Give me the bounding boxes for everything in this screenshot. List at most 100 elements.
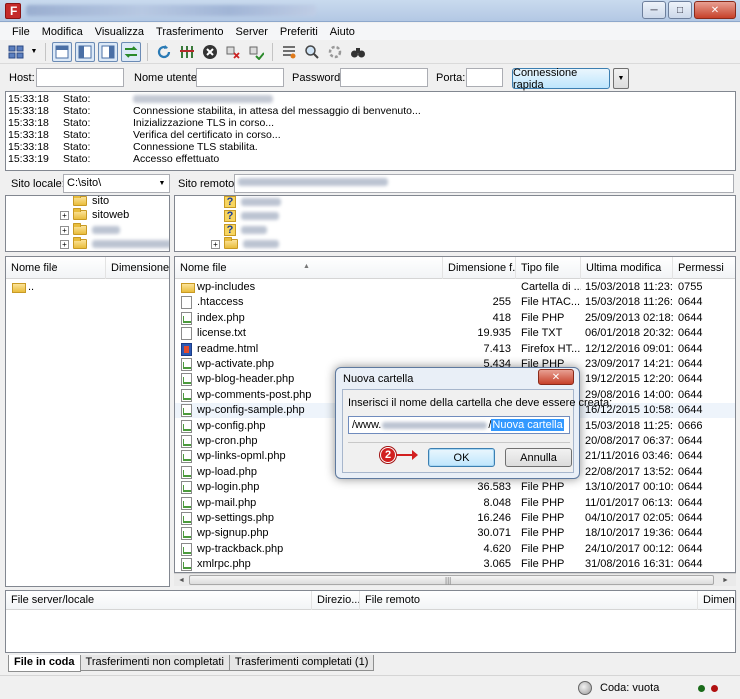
column-type[interactable]: Tipo file xyxy=(516,257,581,279)
menu-visualizza[interactable]: Visualizza xyxy=(89,26,150,38)
refresh-icon[interactable] xyxy=(154,42,174,62)
tree-item-label-redacted xyxy=(241,226,267,234)
menu-aiuto[interactable]: Aiuto xyxy=(324,26,361,38)
toggle-queue-icon[interactable] xyxy=(121,41,141,62)
toggle-log-icon[interactable] xyxy=(52,41,72,62)
tree-item-sitoweb[interactable]: + sitoweb xyxy=(60,208,129,222)
unknown-folder-icon: ? xyxy=(224,224,236,236)
file-type: File PHP xyxy=(521,311,565,324)
file-modified: 19/12/2015 12:20:28 xyxy=(585,373,673,386)
folder-name-input[interactable]: /www./Nuova cartella xyxy=(348,416,570,434)
username-input[interactable] xyxy=(196,68,284,87)
tree-item-sito[interactable]: sito xyxy=(73,196,109,208)
remote-horizontal-scrollbar[interactable]: ◄ ||| ► xyxy=(174,573,736,586)
search-icon[interactable] xyxy=(348,42,368,62)
column-size[interactable]: Dimen xyxy=(698,591,737,610)
file-name: wp-signup.php xyxy=(197,527,269,540)
remote-tree-item[interactable]: ? xyxy=(224,196,281,209)
table-row[interactable]: readme.html 7.413 Firefox HT... 12/12/2016 … xyxy=(175,342,735,357)
menu-trasferimento[interactable]: Trasferimento xyxy=(150,26,229,38)
dialog-close-button[interactable]: ✕ xyxy=(538,369,574,385)
table-row[interactable]: wp-mail.php 8.048 File PHP 11/01/2017 06:13… xyxy=(175,496,735,511)
menu-preferiti[interactable]: Preferiti xyxy=(274,26,324,38)
local-file-list[interactable]: Nome file ▲ Dimensione... .. xyxy=(5,256,170,587)
log-type: Stato: xyxy=(63,153,91,165)
host-input[interactable] xyxy=(36,68,124,87)
tab-queued-files[interactable]: File in coda xyxy=(8,655,81,672)
scroll-right-icon[interactable]: ► xyxy=(719,575,732,586)
compare-icon[interactable] xyxy=(302,42,322,62)
remote-tree-item[interactable]: ? xyxy=(224,209,279,223)
process-queue-icon[interactable] xyxy=(177,42,197,62)
local-directory-tree[interactable]: sito + sitoweb + + xyxy=(5,195,170,252)
column-filename[interactable]: Nome file ▲ xyxy=(175,257,443,279)
tab-successful-transfers[interactable]: Trasferimenti completati (1) xyxy=(228,655,375,671)
file-type: Firefox HT... xyxy=(521,342,581,355)
menu-modifica[interactable]: Modifica xyxy=(36,26,89,38)
scroll-left-icon[interactable]: ◄ xyxy=(175,575,188,586)
expand-icon[interactable]: + xyxy=(60,210,69,220)
tree-item-redacted[interactable]: + xyxy=(60,237,169,251)
table-row[interactable]: xmlrpc.php 3.065 File PHP 31/08/2016 16:31:… xyxy=(175,557,735,572)
menu-file[interactable]: File xyxy=(6,26,36,38)
message-log[interactable]: 15:33:18 Stato: 15:33:18 Stato: Connessi… xyxy=(5,91,736,171)
quickconnect-history-dropdown[interactable]: ▼ xyxy=(613,68,629,89)
local-path-dropdown-icon[interactable]: ▼ xyxy=(155,175,169,192)
column-modified[interactable]: Ultima modifica xyxy=(581,257,673,279)
table-row[interactable]: wp-settings.php 16.246 File PHP 04/10/2017 … xyxy=(175,511,735,526)
column-size[interactable]: Dimensione f... xyxy=(443,257,516,279)
toggle-local-tree-icon[interactable] xyxy=(75,41,95,62)
table-row[interactable]: wp-login.php 36.583 File PHP 13/10/2017 00:… xyxy=(175,480,735,495)
remote-tree-item[interactable]: ? xyxy=(224,223,267,237)
menu-server[interactable]: Server xyxy=(229,26,273,38)
expand-icon[interactable]: + xyxy=(211,239,220,249)
filter-icon[interactable] xyxy=(279,42,299,62)
column-local-file[interactable]: File server/locale xyxy=(6,591,312,610)
column-permissions[interactable]: Permessi xyxy=(673,257,735,279)
port-input[interactable] xyxy=(466,68,503,87)
table-row[interactable]: .. xyxy=(6,280,169,295)
file-modified: 23/09/2017 14:21:47 xyxy=(585,358,673,370)
ok-button[interactable]: OK xyxy=(428,448,495,467)
encryption-status-icon[interactable] xyxy=(578,681,592,695)
quickconnect-button[interactable]: Connessione rapida xyxy=(512,67,610,91)
column-filename[interactable]: Nome file ▲ xyxy=(6,257,106,279)
tab-failed-transfers[interactable]: Trasferimenti non completati xyxy=(79,655,230,671)
maximize-button[interactable]: □ xyxy=(668,1,692,19)
php-file-icon xyxy=(181,358,192,371)
filezilla-app-icon[interactable] xyxy=(5,3,21,19)
password-input[interactable] xyxy=(340,68,428,87)
remote-path-input[interactable] xyxy=(234,174,734,193)
table-row[interactable]: .htaccess 255 File HTAC... 15/03/2018 11:26… xyxy=(175,295,735,310)
remote-tree-item[interactable]: + xyxy=(211,237,279,251)
column-direction[interactable]: Direzio... xyxy=(312,591,360,610)
site-manager-icon[interactable] xyxy=(6,42,26,62)
sync-browse-icon[interactable] xyxy=(325,42,345,62)
disconnect-icon[interactable] xyxy=(223,42,243,62)
table-row[interactable]: license.txt 19.935 File TXT 06/01/2018 20:3… xyxy=(175,326,735,341)
step-callout-badge: 2 xyxy=(380,447,396,463)
column-size[interactable]: Dimensione... xyxy=(106,257,169,279)
cancel-button[interactable]: Annulla xyxy=(505,448,572,467)
reconnect-icon[interactable] xyxy=(246,42,266,62)
dropdown-arrow-icon[interactable]: ▼ xyxy=(29,42,39,62)
expand-icon[interactable]: + xyxy=(60,225,69,235)
scrollbar-thumb[interactable]: ||| xyxy=(189,575,714,585)
dialog-separator xyxy=(348,442,570,443)
table-row[interactable]: index.php 418 File PHP 25/09/2013 02:18:44 0… xyxy=(175,311,735,326)
expand-icon[interactable]: + xyxy=(60,239,69,249)
column-remote-file[interactable]: File remoto xyxy=(360,591,698,610)
table-row[interactable]: wp-signup.php 30.071 File PHP 18/10/2017 19… xyxy=(175,526,735,541)
table-row[interactable]: wp-trackback.php 4.620 File PHP 24/10/2017 … xyxy=(175,542,735,557)
remote-directory-tree[interactable]: ? ? ? + xyxy=(174,195,736,252)
transfer-queue[interactable]: File server/locale Direzio... File remot… xyxy=(5,590,737,653)
window-controls: ─ □ ✕ xyxy=(642,1,736,19)
file-type: File PHP xyxy=(521,481,565,494)
local-path-input[interactable]: C:\sito\ xyxy=(63,174,170,193)
cancel-icon[interactable] xyxy=(200,42,220,62)
close-button[interactable]: ✕ xyxy=(694,1,736,19)
toggle-remote-tree-icon[interactable] xyxy=(98,41,118,62)
minimize-button[interactable]: ─ xyxy=(642,1,666,19)
tree-item-redacted[interactable]: + xyxy=(60,223,120,237)
table-row[interactable]: wp-includes Cartella di ... 15/03/2018 11:… xyxy=(175,280,735,295)
